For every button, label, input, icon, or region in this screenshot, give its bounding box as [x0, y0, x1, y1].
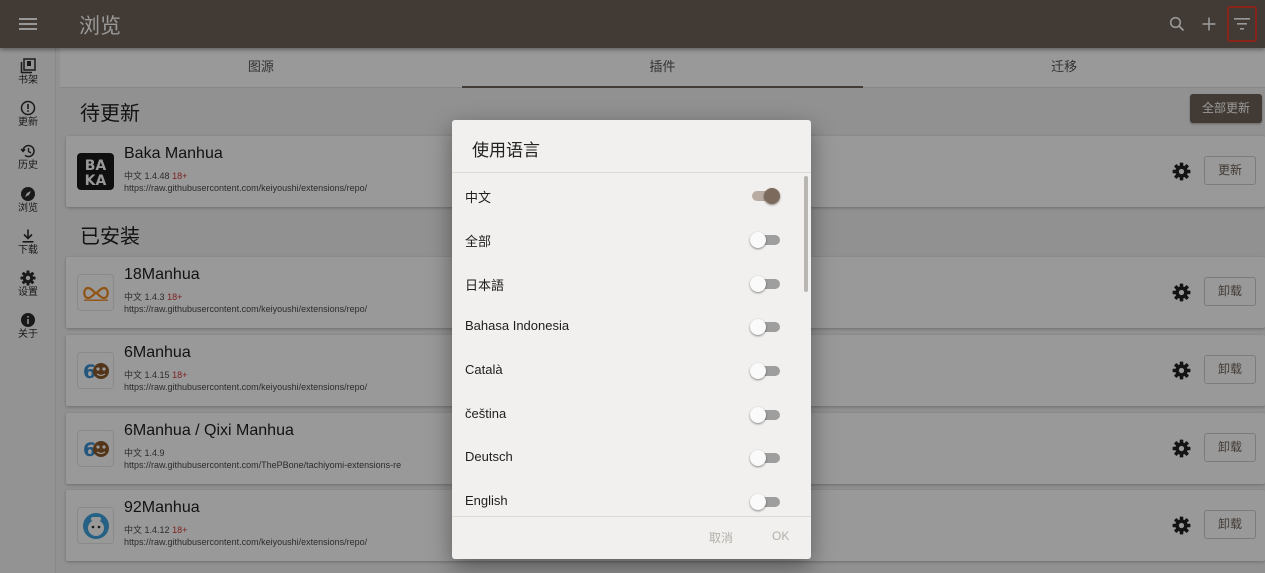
language-label: English [465, 493, 508, 508]
language-toggle[interactable] [750, 318, 780, 335]
language-toggle[interactable] [750, 493, 780, 510]
language-toggle[interactable] [750, 231, 780, 248]
language-toggle[interactable] [750, 187, 780, 204]
language-label: 中文 [465, 190, 492, 205]
language-toggle[interactable] [750, 449, 780, 466]
language-row[interactable]: 全部 [452, 217, 811, 261]
dialog-title: 使用语言 [472, 141, 540, 160]
language-row[interactable]: 中文 [452, 173, 811, 217]
language-row[interactable]: čeština [452, 392, 811, 436]
language-label: Català [465, 362, 503, 377]
language-label: 日本語 [465, 278, 505, 293]
ok-button[interactable]: OK [772, 529, 789, 543]
language-toggle[interactable] [750, 275, 780, 292]
dialog-scrollbar[interactable] [804, 176, 808, 292]
cancel-button[interactable]: 取消 [709, 529, 733, 546]
dialog-actions: 取消 OK [452, 517, 811, 559]
language-row[interactable]: Bahasa Indonesia [452, 304, 811, 348]
language-dialog: 使用语言 中文 全部 日本語 Bahasa Indonesia Català č… [452, 120, 811, 559]
language-row[interactable]: English [452, 479, 811, 516]
language-label: Deutsch [465, 449, 513, 464]
language-row[interactable]: 日本語 [452, 261, 811, 305]
language-row[interactable]: Català [452, 348, 811, 392]
language-label: 全部 [465, 234, 492, 249]
language-label: čeština [465, 406, 507, 421]
language-row[interactable]: Deutsch [452, 435, 811, 479]
language-list[interactable]: 中文 全部 日本語 Bahasa Indonesia Català češtin… [452, 173, 811, 516]
language-toggle[interactable] [750, 362, 780, 379]
language-label: Bahasa Indonesia [465, 318, 570, 333]
language-toggle[interactable] [750, 406, 780, 423]
